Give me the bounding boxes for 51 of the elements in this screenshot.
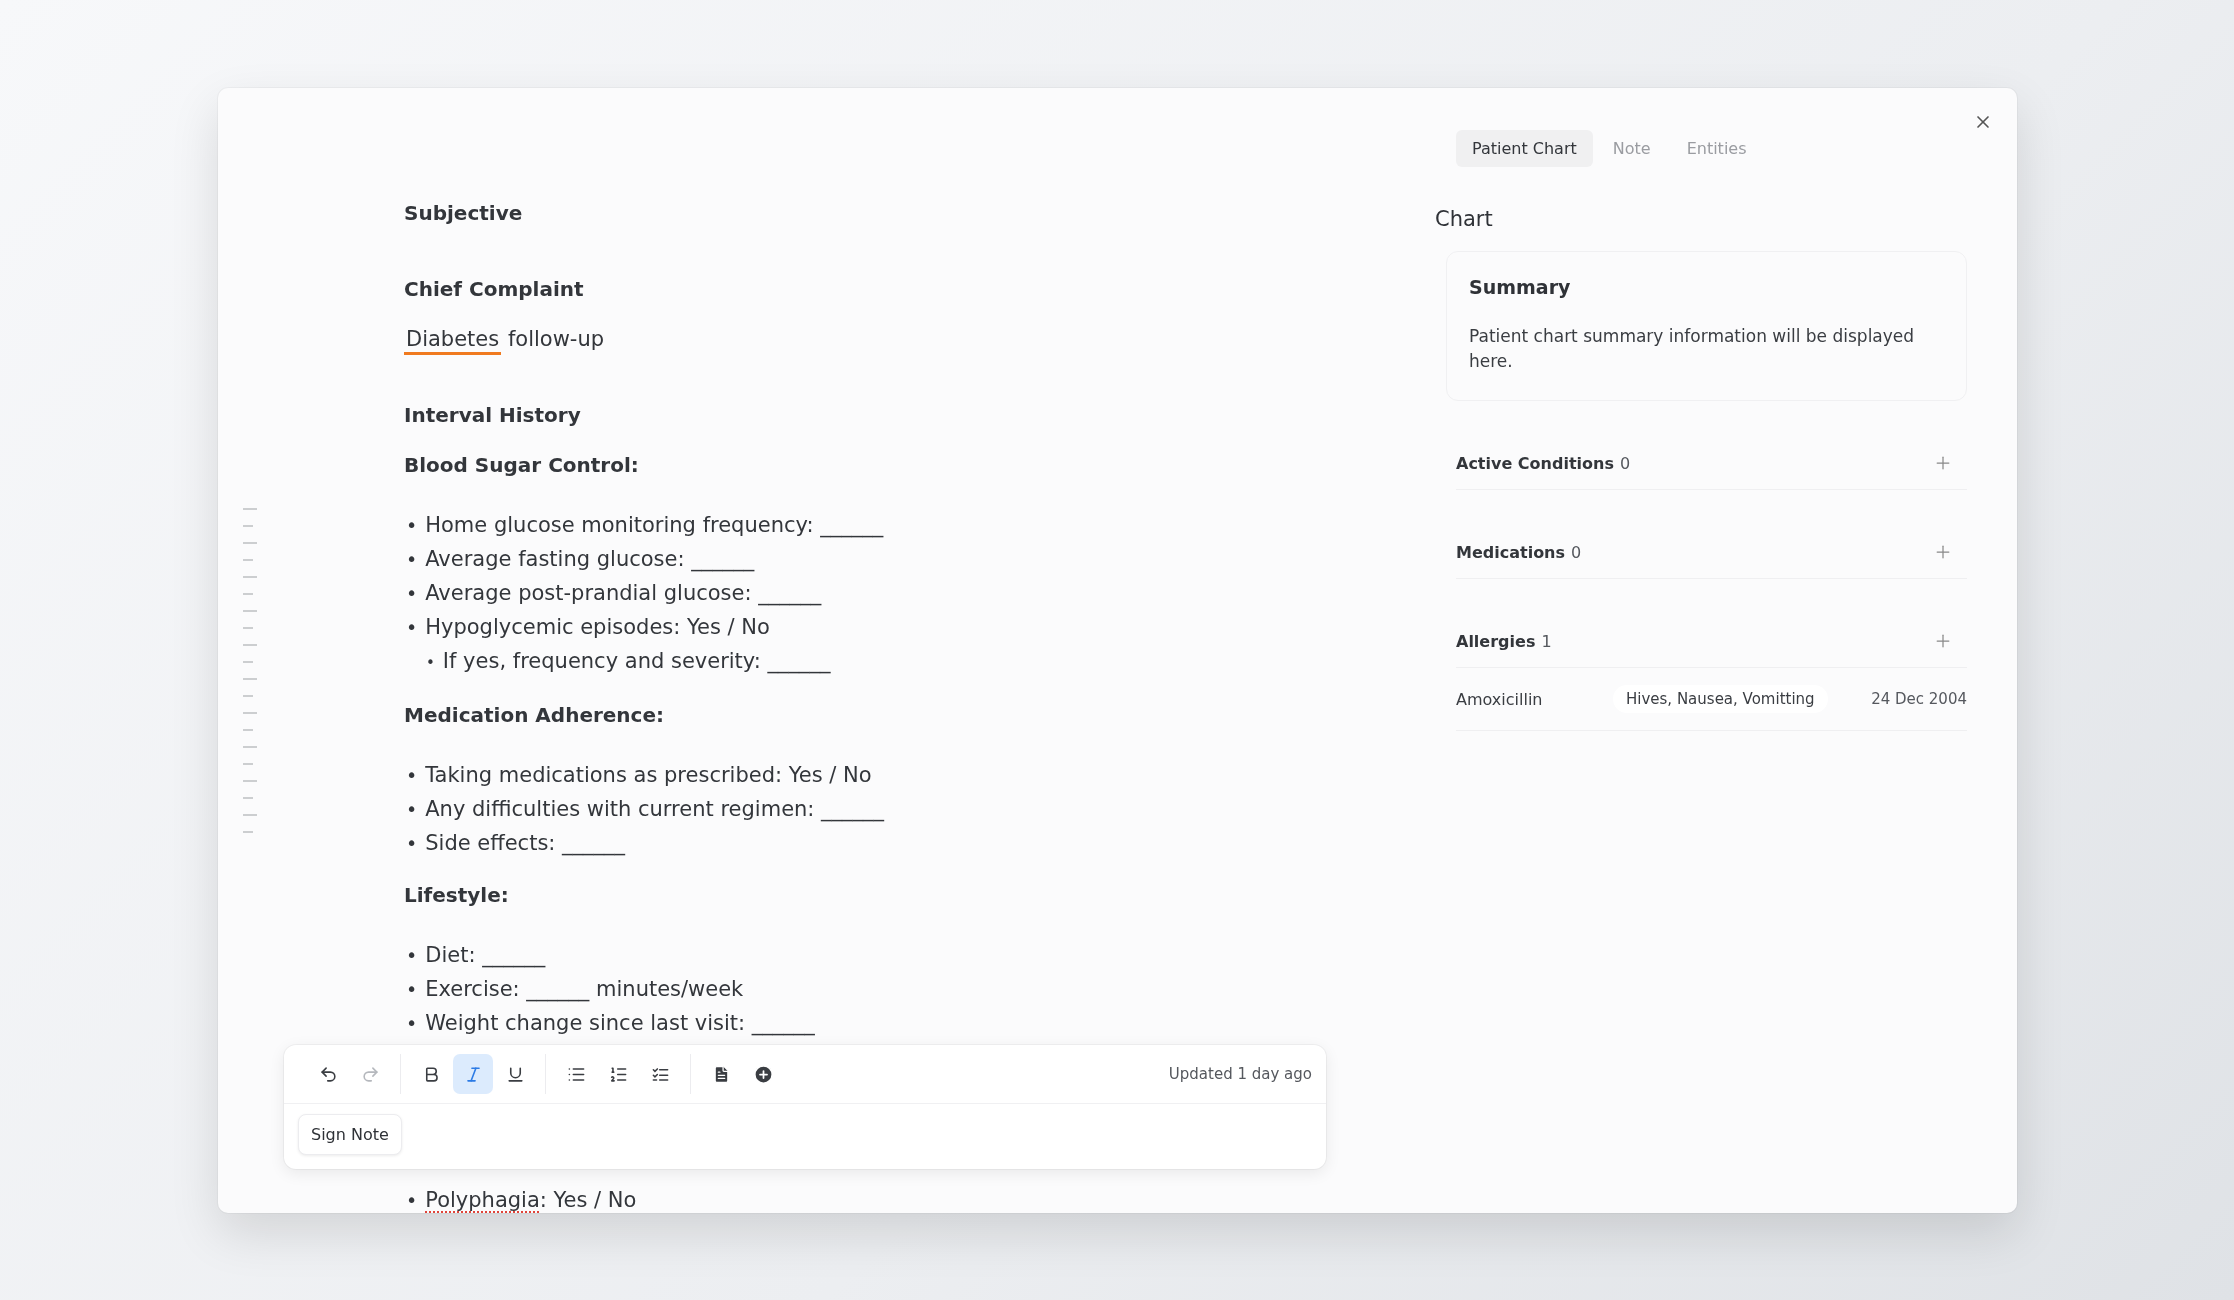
tab[interactable]: Patient Chart — [1456, 130, 1593, 167]
reaction-tag: Hives, Nausea, Vomitting — [1613, 685, 1828, 713]
plus-circle-icon — [752, 1063, 774, 1085]
section-title: Active Conditions — [1456, 453, 1614, 473]
list-item-text: Diet: ______ — [425, 942, 546, 970]
section-count: 1 — [1541, 631, 1552, 651]
summary-text: Patient chart summary information will be displayed here. — [1469, 325, 1916, 373]
list-item-text: Polyphagia: Yes / No — [425, 1187, 637, 1213]
bullet: • — [426, 653, 435, 674]
allergy-name: Amoxicillin — [1456, 689, 1544, 709]
list-item-text: Average post-prandial glucose: ______ — [425, 580, 822, 608]
bullet: • — [406, 1188, 418, 1213]
bullet: • — [406, 581, 418, 606]
subsection-label: Lifestyle: — [404, 882, 510, 909]
section-title: Allergies — [1456, 631, 1536, 651]
section-title: Medications — [1456, 542, 1566, 562]
subsection-label: Medication Adherence: — [404, 702, 666, 729]
list-item-text: Side effects: ______ — [425, 830, 626, 858]
list-item-text: Taking medications as prescribed: Yes / No — [425, 762, 872, 789]
section-count: 0 — [1571, 542, 1582, 562]
bullet: • — [406, 797, 418, 822]
undo-icon — [318, 1064, 338, 1084]
list-item-text: Hypoglycemic episodes: Yes / No — [425, 614, 770, 641]
chart-title: Chart — [1435, 207, 1494, 231]
section-heading: Subjective — [404, 200, 524, 227]
list-item-text: Average fasting glucose: ______ — [425, 546, 755, 574]
section-count: 0 — [1619, 453, 1631, 473]
allergy-date: 24 Dec 2004 — [1871, 690, 1967, 708]
bullet: • — [406, 547, 418, 572]
numbered-list-icon — [608, 1064, 628, 1084]
bullet: • — [406, 977, 418, 1002]
redo-icon — [360, 1064, 380, 1084]
section-heading: Interval History — [404, 402, 582, 429]
section-heading: Chief Complaint — [404, 276, 585, 303]
list-item-text: Any difficulties with current regimen: ______ — [425, 796, 885, 824]
subsection-label: Blood Sugar Control: — [404, 452, 640, 479]
underline-icon — [505, 1064, 525, 1084]
bullet: • — [406, 943, 418, 968]
list-item-text: Home glucose monitoring frequency: ______ — [425, 512, 884, 540]
summary-title: Summary — [1469, 276, 1572, 298]
bullet: • — [406, 1011, 418, 1036]
bullet: • — [406, 615, 418, 640]
list-item-text: Exercise: ______ minutes/week — [425, 976, 744, 1004]
bullet: • — [406, 763, 418, 788]
list-item-text: If yes, frequency and severity: ______ — [442, 648, 831, 676]
bullet: • — [406, 513, 418, 538]
sign-note-button[interactable]: Sign Note — [298, 1114, 402, 1155]
update-status: Updated 1 day ago — [1168, 1065, 1312, 1083]
list-item-text: Weight change since last visit: ______ — [425, 1010, 815, 1038]
paragraph: Diabetes follow-up — [404, 324, 885, 354]
bullet: • — [406, 831, 418, 856]
